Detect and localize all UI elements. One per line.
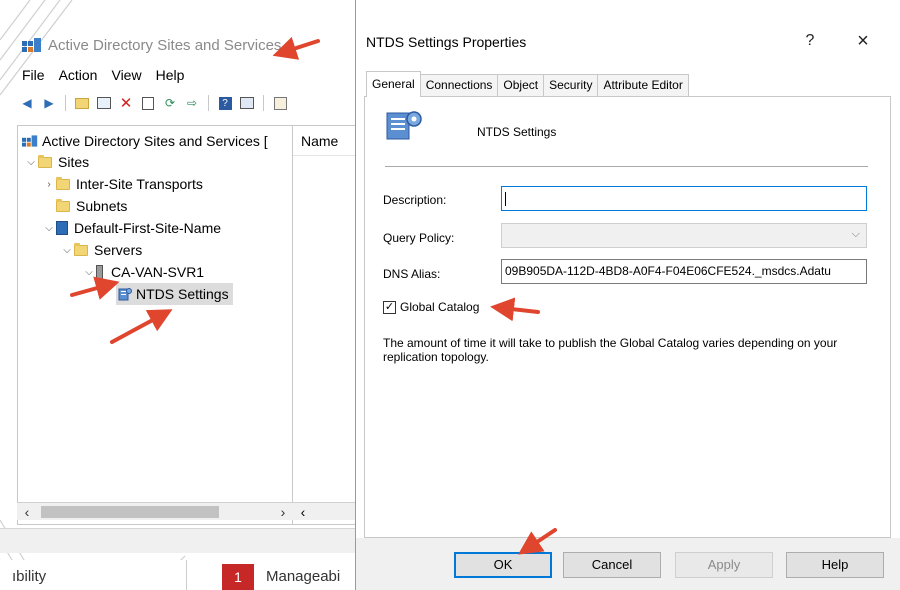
chevron-down-icon[interactable]: ⌵ bbox=[60, 245, 74, 256]
back-icon[interactable]: ◀ bbox=[18, 94, 36, 112]
chevron-down-icon[interactable]: ⌵ bbox=[24, 157, 38, 168]
refresh-icon[interactable]: ⟳ bbox=[161, 94, 179, 112]
tree-item-default-site[interactable]: ⌵ Default-First-Site-Name bbox=[42, 217, 221, 239]
server-icon bbox=[96, 264, 103, 280]
list-horizontal-scrollbar[interactable]: ‹ bbox=[293, 502, 363, 520]
query-policy-label: Query Policy: bbox=[383, 231, 455, 245]
toolbar: ◀ ▶ ✕ ⟳ ⇨ ? bbox=[18, 92, 289, 114]
apply-button[interactable]: Apply bbox=[675, 552, 773, 578]
up-folder-icon[interactable] bbox=[73, 94, 91, 112]
menu-action[interactable]: Action bbox=[59, 67, 98, 83]
divider bbox=[385, 166, 868, 167]
global-catalog-checkbox[interactable]: ✓ bbox=[383, 300, 396, 314]
tab-general[interactable]: General bbox=[366, 71, 421, 97]
background-text: ıbility bbox=[12, 568, 47, 585]
dns-alias-label: DNS Alias: bbox=[383, 267, 441, 281]
delete-icon[interactable]: ✕ bbox=[117, 94, 135, 112]
dns-alias-value: 09B905DA-112D-4BD8-A0F4-F04E06CFE524._ms… bbox=[505, 264, 831, 278]
tree-item-label: Servers bbox=[94, 242, 143, 258]
text-caret bbox=[505, 191, 506, 206]
close-icon[interactable]: × bbox=[852, 30, 874, 53]
chevron-down-icon[interactable]: ⌵ bbox=[42, 223, 56, 234]
scroll-left-icon[interactable]: ‹ bbox=[293, 504, 313, 520]
dialog-title: NTDS Settings Properties bbox=[366, 34, 527, 50]
background-strip: ıbility 1 Manageabi bbox=[0, 560, 356, 590]
tree-item-inter-site-transports[interactable]: › Inter-Site Transports bbox=[42, 173, 203, 195]
tab-security[interactable]: Security bbox=[543, 74, 599, 96]
toolbar-separator bbox=[65, 95, 66, 111]
background-text: Manageabi bbox=[266, 568, 341, 585]
chevron-right-icon[interactable]: › bbox=[42, 179, 56, 190]
object-name: NTDS Settings bbox=[477, 125, 557, 139]
app-icon bbox=[22, 38, 41, 52]
tree-item-servers[interactable]: ⌵ Servers bbox=[60, 239, 142, 261]
folder-icon bbox=[56, 176, 70, 190]
tab-connections[interactable]: Connections bbox=[419, 74, 499, 96]
properties-dialog: NTDS Settings Properties ? × General Con… bbox=[355, 0, 900, 590]
tab-attribute-editor[interactable]: Attribute Editor bbox=[597, 74, 689, 96]
tree-item-label: Subnets bbox=[76, 198, 128, 214]
show-hide-tree-icon[interactable] bbox=[95, 94, 113, 112]
query-policy-dropdown[interactable]: ⌵ bbox=[501, 223, 867, 248]
tree-item-subnets[interactable]: Subnets bbox=[56, 195, 127, 217]
mmc-window-icon[interactable] bbox=[238, 94, 256, 112]
count-badge: 1 bbox=[222, 564, 254, 590]
dropdown-arrow-icon: ⌵ bbox=[851, 228, 860, 240]
divider bbox=[186, 560, 187, 590]
menu-help[interactable]: Help bbox=[156, 67, 185, 83]
global-catalog-label: Global Catalog bbox=[400, 300, 480, 314]
folder-icon bbox=[38, 154, 52, 168]
export-list-icon[interactable]: ⇨ bbox=[183, 94, 201, 112]
site-icon bbox=[56, 221, 68, 235]
tree-horizontal-scrollbar[interactable]: ‹ › bbox=[17, 502, 293, 520]
scrollbar-thumb[interactable] bbox=[41, 505, 219, 518]
scroll-left-icon[interactable]: ‹ bbox=[17, 504, 37, 520]
folder-icon bbox=[56, 198, 70, 212]
tree-item-label: Active Directory Sites and Services [ bbox=[42, 133, 268, 149]
app-icon bbox=[22, 135, 38, 147]
global-catalog-option[interactable]: ✓ Global Catalog bbox=[383, 300, 479, 314]
description-label: Description: bbox=[383, 193, 447, 207]
tree-item-label: Sites bbox=[58, 154, 90, 170]
tree-pane[interactable]: Active Directory Sites and Services [ ⌵ … bbox=[17, 125, 293, 525]
mmc-window: Active Directory Sites and Services File… bbox=[0, 0, 363, 590]
global-catalog-note: The amount of time it will take to publi… bbox=[383, 336, 838, 364]
tree-item-sites[interactable]: ⌵ Sites bbox=[24, 151, 89, 173]
status-bar bbox=[0, 528, 356, 553]
help-button[interactable]: Help bbox=[786, 552, 884, 578]
tab-strip: General Connections Object Security Attr… bbox=[366, 71, 689, 97]
tab-object[interactable]: Object bbox=[497, 74, 545, 96]
tree-item-ntds-settings[interactable]: NTDS Settings bbox=[116, 283, 233, 305]
forward-icon[interactable]: ▶ bbox=[40, 94, 58, 112]
window-title-text: Active Directory Sites and Services bbox=[48, 36, 282, 54]
tree-item-label: Default-First-Site-Name bbox=[74, 220, 222, 236]
cancel-button[interactable]: Cancel bbox=[563, 552, 661, 578]
help-icon[interactable]: ? bbox=[216, 94, 234, 112]
tree-item-label: Inter-Site Transports bbox=[76, 176, 203, 192]
general-tab-panel: NTDS Settings Description: Query Policy:… bbox=[364, 96, 891, 538]
scroll-right-icon[interactable]: › bbox=[273, 504, 293, 520]
toolbar-separator bbox=[208, 95, 209, 111]
help-icon[interactable]: ? bbox=[800, 32, 820, 50]
ntds-settings-icon bbox=[118, 288, 132, 301]
properties-icon[interactable] bbox=[139, 94, 157, 112]
ntds-settings-icon bbox=[386, 111, 422, 140]
toolbar-separator bbox=[263, 95, 264, 111]
menu-file[interactable]: File bbox=[22, 67, 45, 83]
menu-bar: File Action View Help bbox=[22, 67, 184, 83]
tree-item-server[interactable]: ⌵ CA-VAN-SVR1 bbox=[82, 261, 204, 283]
column-header-name[interactable]: Name bbox=[293, 126, 362, 156]
menu-view[interactable]: View bbox=[111, 67, 141, 83]
site-action-icon[interactable] bbox=[271, 94, 289, 112]
dns-alias-field[interactable]: 09B905DA-112D-4BD8-A0F4-F04E06CFE524._ms… bbox=[501, 259, 867, 284]
folder-icon bbox=[74, 242, 88, 256]
window-title: Active Directory Sites and Services bbox=[22, 34, 281, 56]
ok-button[interactable]: OK bbox=[454, 552, 552, 578]
description-field[interactable] bbox=[501, 186, 867, 211]
tree-item-root[interactable]: Active Directory Sites and Services [ bbox=[22, 130, 268, 152]
list-pane[interactable]: Name bbox=[293, 125, 363, 525]
tree-item-label: CA-VAN-SVR1 bbox=[111, 264, 205, 280]
tree-item-label: NTDS Settings bbox=[136, 286, 229, 302]
chevron-down-icon[interactable]: ⌵ bbox=[82, 267, 96, 278]
